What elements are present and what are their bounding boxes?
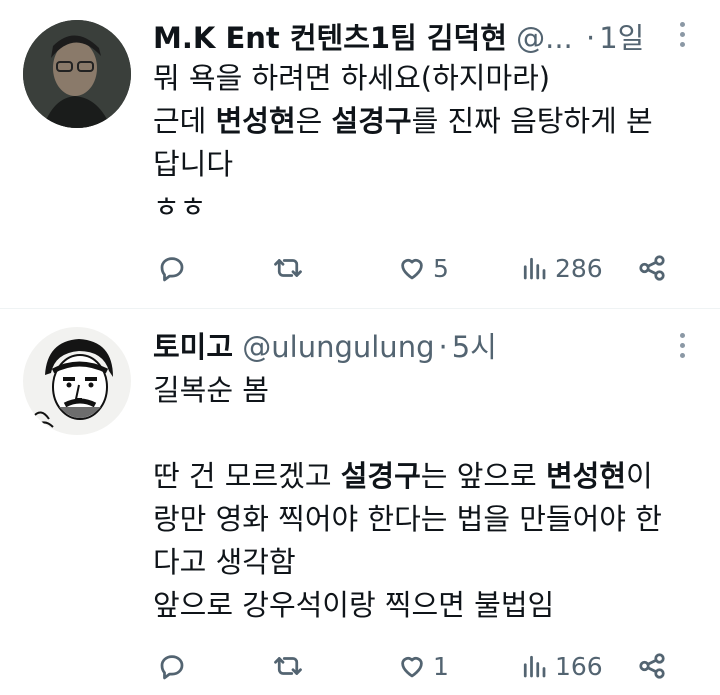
- display-name[interactable]: M.K Ent 컨텐츠1팀 김덕현: [153, 21, 507, 55]
- text-segment: 이: [626, 459, 653, 493]
- text-segment: 길복순 봄: [153, 373, 269, 407]
- like-button[interactable]: 5: [397, 248, 449, 288]
- tweet-header: 토미고 @ulungulung · 5시: [153, 325, 660, 369]
- tweet-header: M.K Ent 컨텐츠1팀 김덕현 @... · 1일: [153, 16, 660, 60]
- avatar[interactable]: [23, 327, 131, 435]
- tweet-text: 뭐 욕을 하려면 하세요(하지마라) 근데 변성현은 설경구를 진짜 음탕하게 본…: [153, 57, 690, 229]
- views-button[interactable]: 166: [519, 646, 603, 686]
- text-segment: 근데: [153, 104, 216, 138]
- like-count: 5: [433, 253, 449, 283]
- view-count: 166: [555, 651, 603, 681]
- share-button[interactable]: [637, 646, 667, 686]
- heart-icon: [401, 259, 423, 280]
- text-segment: ㅎㅎ: [153, 190, 207, 224]
- tweet-text-line: 길복순 봄: [153, 369, 690, 412]
- tweet-text: 길복순 봄딴 건 모르겠고 설경구는 앞으로 변성현이랑만 영화 찍어야 한다는…: [153, 369, 690, 627]
- separator-dot: ·: [438, 330, 448, 364]
- tweet[interactable]: M.K Ent 컨텐츠1팀 김덕현 @... · 1일 뭐 욕을 하려면 하세요(…: [0, 0, 720, 308]
- user-handle[interactable]: @ulungulung: [242, 330, 434, 364]
- more-options-icon[interactable]: [674, 333, 690, 363]
- text-segment: 앞으로 강우석이랑 찍으면 불법임: [153, 588, 555, 622]
- tweet-actions: 1 166: [153, 646, 693, 686]
- bold-text-segment: 설경구: [331, 104, 412, 138]
- text-segment: 다고 생각함: [153, 545, 296, 579]
- heart-icon: [401, 657, 423, 678]
- tweet-text-line: 딴 건 모르겠고 설경구는 앞으로 변성현이: [153, 455, 690, 498]
- tweet-text-line: 앞으로 강우석이랑 찍으면 불법임: [153, 584, 690, 627]
- retweet-button[interactable]: [273, 248, 309, 288]
- like-button[interactable]: 1: [397, 646, 449, 686]
- share-icon: [639, 255, 665, 281]
- bold-text-segment: 변성현: [215, 104, 296, 138]
- more-options-icon[interactable]: [674, 22, 690, 52]
- user-handle[interactable]: @...: [516, 21, 573, 55]
- avatar-photo: [23, 20, 131, 128]
- avatar-illustration: [23, 327, 131, 435]
- bold-text-segment: 설경구: [340, 459, 421, 493]
- views-button[interactable]: 286: [519, 248, 603, 288]
- retweet-icon: [274, 259, 302, 277]
- timestamp[interactable]: 5시: [452, 330, 497, 364]
- text-segment: 딴 건 모르겠고: [153, 459, 341, 493]
- retweet-button[interactable]: [273, 646, 309, 686]
- timestamp[interactable]: 1일: [599, 21, 644, 55]
- analytics-icon: [523, 655, 546, 678]
- reply-icon: [160, 655, 184, 680]
- tweet[interactable]: 토미고 @ulungulung · 5시 길복순 봄딴 건 모르겠고 설경구는 앞으…: [0, 309, 720, 695]
- bold-text-segment: 변성현: [545, 459, 627, 493]
- reply-button[interactable]: [157, 248, 193, 288]
- text-segment: 뭐 욕을 하려면 하세요(하지마라): [153, 61, 551, 95]
- separator-dot: ·: [586, 21, 596, 55]
- tweet-text-line: 랑만 영화 찍어야 한다는 법을 만들어야 한: [153, 498, 690, 541]
- share-icon: [639, 653, 665, 679]
- tweet-text-line: 뭐 욕을 하려면 하세요(하지마라): [153, 57, 690, 100]
- display-name[interactable]: 토미고: [153, 330, 233, 364]
- retweet-icon: [274, 657, 302, 675]
- analytics-icon: [523, 257, 546, 280]
- tweet-text-line: [153, 412, 690, 455]
- view-count: 286: [555, 253, 603, 283]
- share-button[interactable]: [637, 248, 667, 288]
- tweet-text-line: 근데 변성현은 설경구를 진짜 음탕하게 본: [153, 100, 690, 143]
- tweet-text-line: 다고 생각함: [153, 541, 690, 584]
- text-segment: 는 앞으로: [420, 459, 546, 493]
- text-segment: 은: [295, 104, 332, 138]
- text-segment: 를 진짜 음탕하게 본: [411, 104, 653, 138]
- like-count: 1: [433, 651, 449, 681]
- tweet-actions: 5 286: [153, 248, 693, 288]
- avatar[interactable]: [23, 20, 131, 128]
- reply-icon: [160, 257, 184, 282]
- tweet-text-line: ㅎㅎ: [153, 186, 690, 229]
- text-segment: 랑만 영화 찍어야 한다는 법을 만들어야 한: [153, 502, 662, 536]
- reply-button[interactable]: [157, 646, 193, 686]
- text-segment: 답니다: [153, 147, 234, 181]
- tweet-text-line: 답니다: [153, 143, 690, 186]
